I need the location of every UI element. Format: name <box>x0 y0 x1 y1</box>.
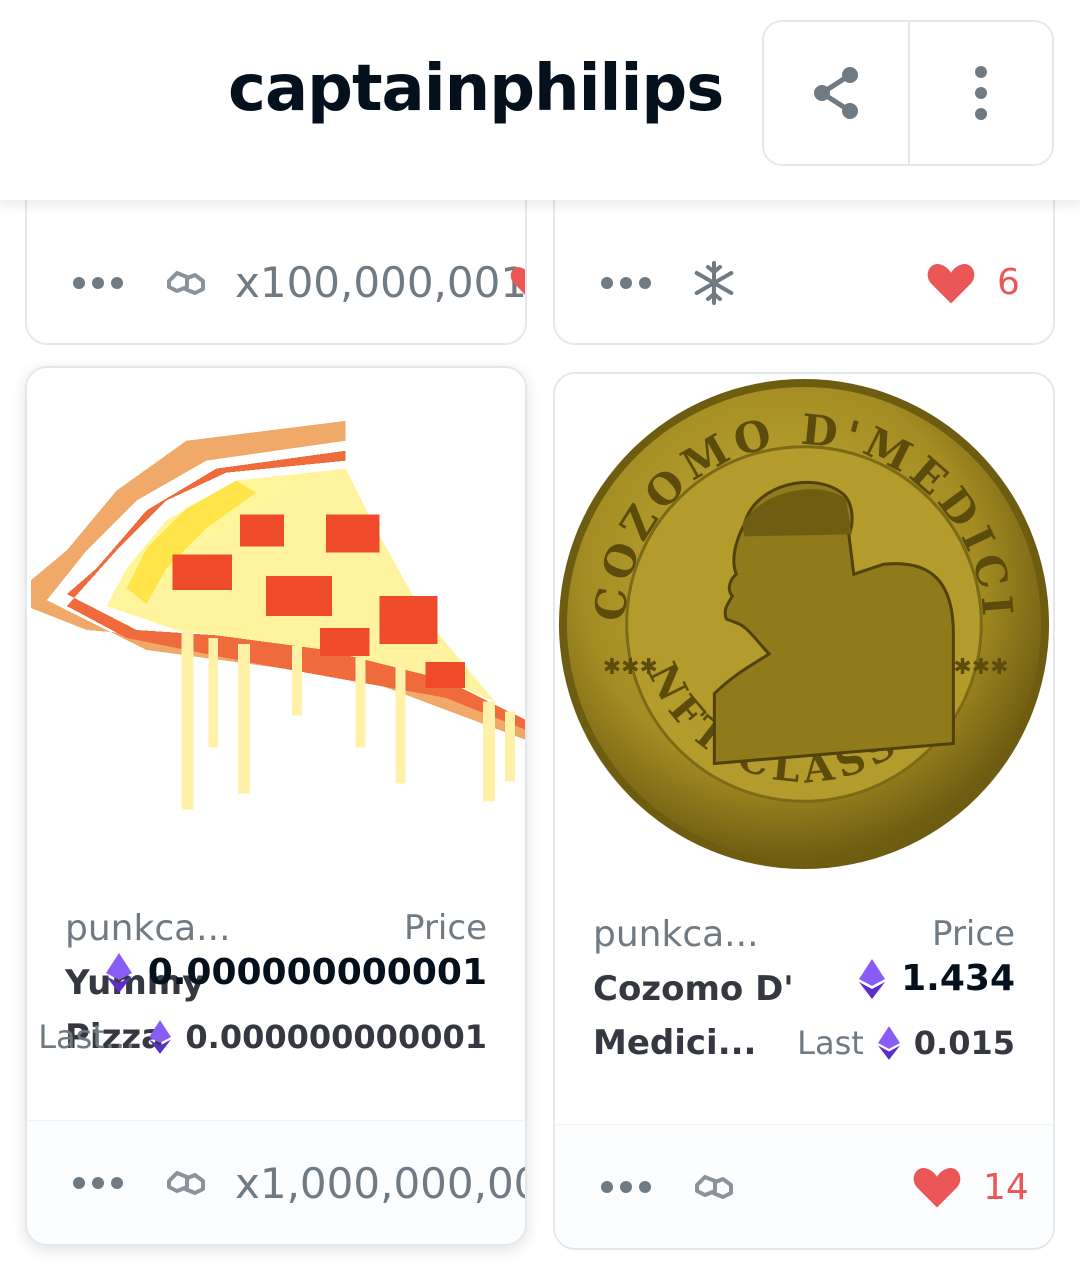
nft-card-yummy-pizza[interactable]: punkca... Price Yummy Pizza 0.0000000000… <box>25 366 527 1246</box>
heart-icon <box>913 1167 961 1208</box>
polygon-icon <box>695 1175 733 1199</box>
svg-text:✱✱✱: ✱✱✱ <box>603 655 658 680</box>
more-vertical-icon <box>974 66 987 120</box>
last-sale-amount: 0.000000000001 <box>185 1018 487 1056</box>
last-sale-label: Last <box>797 1024 864 1062</box>
eth-icon <box>149 1020 172 1054</box>
collection-name[interactable]: punkca... <box>593 914 759 955</box>
eth-icon <box>105 952 132 993</box>
header-actions <box>762 20 1054 166</box>
nft-image-coin[interactable]: COZOMO D'MEDICI NFT CLASSICS ✱✱✱ ✱✱✱ <box>555 374 1053 874</box>
polygon-icon <box>167 270 205 295</box>
price-value: 0.000000000001 <box>105 952 487 993</box>
profile-header: captainphilips <box>0 0 1080 200</box>
share-icon <box>813 67 858 119</box>
nft-name-line1[interactable]: Cozomo D' <box>593 962 794 1016</box>
share-button[interactable] <box>764 22 908 164</box>
snowflake-icon <box>694 260 734 305</box>
card-footer: 6 <box>555 220 1053 343</box>
more-options-icon[interactable] <box>73 1177 123 1189</box>
collection-name[interactable]: punkca... <box>65 908 231 949</box>
more-button[interactable] <box>907 22 1052 164</box>
edition-supply: x1,000,000,000 <box>235 1158 525 1208</box>
more-options-icon[interactable] <box>601 276 651 289</box>
heart-icon <box>927 263 975 303</box>
svg-text:✱✱✱: ✱✱✱ <box>953 655 1008 680</box>
like-count: 14 <box>983 1166 1029 1208</box>
last-sale: Last 0.015 <box>797 1024 1015 1062</box>
price-label: Price <box>404 908 487 948</box>
card-footer: 14 <box>555 1124 1053 1248</box>
eth-icon <box>877 1026 900 1060</box>
edition-supply: x100,000,001 <box>235 258 527 307</box>
last-sale-label: Last... <box>38 1018 136 1056</box>
polygon-icon <box>167 1171 205 1195</box>
eth-icon <box>859 958 886 999</box>
price-label: Price <box>932 914 1015 954</box>
like-button[interactable]: 14 <box>911 1164 1029 1210</box>
price-amount: 0.000000000001 <box>147 952 487 993</box>
nft-name-line2[interactable]: Medici... <box>593 1016 756 1070</box>
price-value: 1.434 <box>859 958 1015 999</box>
heart-icon[interactable] <box>509 263 527 303</box>
nft-card-cozomo-de-medici[interactable]: COZOMO D'MEDICI NFT CLASSICS ✱✱✱ ✱✱✱ pun… <box>553 372 1055 1250</box>
like-button[interactable]: 6 <box>925 260 1020 306</box>
like-count: 6 <box>997 262 1020 303</box>
more-options-icon[interactable] <box>73 276 123 289</box>
profile-username: captainphilips <box>228 52 724 126</box>
last-sale-amount: 0.015 <box>913 1024 1015 1062</box>
page: x100,000,001 6 punkca... Price Yummy Piz… <box>0 0 1080 1275</box>
more-options-icon[interactable] <box>601 1181 651 1193</box>
nft-image-pizza[interactable] <box>27 368 525 888</box>
last-sale: Last... 0.000000000001 <box>38 1018 487 1056</box>
price-amount: 1.434 <box>901 958 1015 999</box>
card-footer: x1,000,000,000 <box>27 1120 525 1244</box>
card-footer: x100,000,001 <box>27 220 527 343</box>
